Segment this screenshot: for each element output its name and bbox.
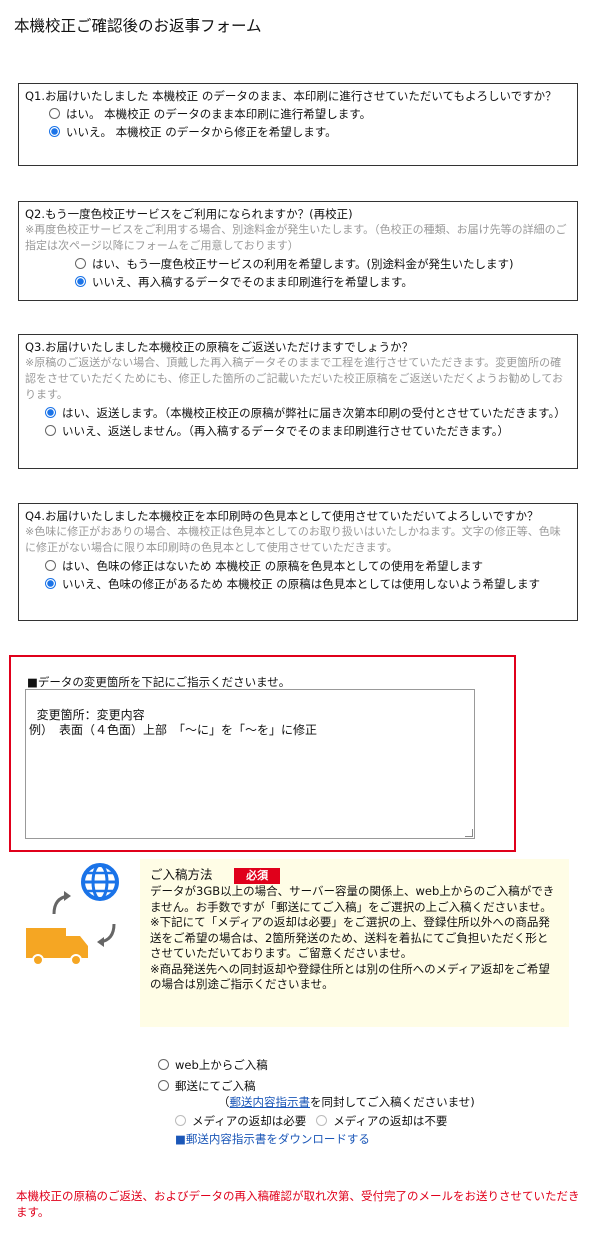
- question-note: ※原稿のご返送がない場合、頂戴した再入稿データそのままで工程を進行させていただき…: [25, 356, 564, 401]
- radio-button[interactable]: [175, 1115, 186, 1126]
- radio-button[interactable]: [49, 108, 60, 119]
- radio-button[interactable]: [45, 407, 56, 418]
- submission-heading: ご入稿方法: [150, 867, 213, 882]
- radio-button[interactable]: [45, 560, 56, 571]
- changes-textarea-value: 変更箇所：変更内容 例） 表面（４色面）上部 「～に」を「～を」に修正: [29, 708, 318, 737]
- radio-option-q3-yes[interactable]: はい、返送します。（本機校正校正の原稿が弊社に届き次第本印刷の受付とさせていただ…: [45, 405, 571, 421]
- truck-icon: [26, 928, 88, 966]
- question-box-q2: Q2.もう一度色校正サービスをご利用になられますか？(再校正) ※再度色校正サー…: [18, 201, 578, 301]
- page-title: 本機校正ご確認後のお返事フォーム: [14, 17, 262, 35]
- option-label: いいえ、再入稿するデータでそのまま印刷進行を希望します。: [92, 275, 413, 289]
- mail-note-suffix: を同封してご入稿くださいませ): [310, 1095, 475, 1109]
- footer-message: 本機校正の原稿のご返送、およびデータの再入稿確認が取れ次第、受付完了のメールをお…: [16, 1189, 580, 1219]
- radio-button[interactable]: [45, 578, 56, 589]
- submission-info-panel: ご入稿方法 必須 データが3GB以上の場合、サーバー容量の関係上、web上からの…: [140, 859, 569, 1027]
- radio-button[interactable]: [158, 1080, 169, 1091]
- required-badge: 必須: [234, 868, 281, 884]
- question-text: Q3.お届けいたしました本機校正の原稿をご返送いただけますでしょうか？: [25, 340, 414, 354]
- resize-handle[interactable]: [465, 829, 473, 837]
- option-label: web上からご入稿: [175, 1058, 268, 1072]
- question-box-q3: Q3.お届けいたしました本機校正の原稿をご返送いただけますでしょうか？ ※原稿の…: [18, 334, 578, 469]
- radio-option-web[interactable]: web上からご入稿: [158, 1057, 268, 1073]
- question-text: Q2.もう一度色校正サービスをご利用になられますか？(再校正): [25, 207, 353, 221]
- option-label: メディアの返却は不要: [333, 1114, 448, 1128]
- radio-option-media-return-needed[interactable]: メディアの返却は必要: [175, 1113, 306, 1129]
- mail-note: （郵送内容指示書を同封してご入稿くださいませ): [218, 1094, 475, 1110]
- question-box-q4: Q4.お届けいたしました本機校正を本印刷時の色見本として使用させていただいてよろ…: [18, 503, 578, 621]
- submission-body-2: ※下記にて「メディアの返却は必要」をご選択の上、登録住所以外への商品発送をご希望…: [150, 915, 550, 960]
- mail-instructions-link[interactable]: 郵送内容指示書: [230, 1095, 311, 1109]
- submission-illustration: [26, 863, 119, 966]
- option-label: はい。 本機校正 のデータのまま本印刷に進行希望します。: [66, 107, 372, 121]
- radio-button[interactable]: [158, 1059, 169, 1070]
- option-label: 郵送にてご入稿: [175, 1079, 256, 1093]
- submission-body-1: データが3GB以上の場合、サーバー容量の関係上、web上からのご入稿ができません…: [150, 884, 555, 914]
- radio-option-q2-no[interactable]: いいえ、再入稿するデータでそのまま印刷進行を希望します。: [75, 274, 571, 290]
- media-return-options: メディアの返却は必要 メディアの返却は不要: [175, 1113, 447, 1129]
- question-text: Q1.お届けいたしました 本機校正 のデータのまま、本印刷に進行させていただいて…: [25, 89, 557, 103]
- option-label: はい、色味の修正はないため 本機校正 の原稿を色見本としての使用を希望します: [62, 559, 483, 573]
- changes-label: ■データの変更箇所を下記にご指示くださいませ。: [27, 675, 291, 689]
- option-label: いいえ、返送しません。（再入稿するデータでそのまま印刷進行させていただきます。）: [62, 424, 510, 438]
- radio-option-q4-yes[interactable]: はい、色味の修正はないため 本機校正 の原稿を色見本としての使用を希望します: [45, 558, 571, 574]
- radio-option-q2-yes[interactable]: はい、もう一度色校正サービスの利用を希望します。(別途料金が発生いたします): [75, 256, 571, 272]
- radio-option-mail[interactable]: 郵送にてご入稿: [158, 1078, 256, 1094]
- radio-button[interactable]: [45, 425, 56, 436]
- radio-option-q1-no[interactable]: いいえ。 本機校正 のデータから修正を希望します。: [49, 124, 571, 140]
- option-label: いいえ、色味の修正があるため 本機校正 の原稿は色見本としては使用しないよう希望…: [62, 577, 541, 591]
- question-note: ※再度色校正サービスをご利用する場合、別途料金が発生いたします。（色校正の種類、…: [25, 223, 567, 252]
- mail-note-prefix: （: [218, 1095, 230, 1109]
- globe-icon: [81, 863, 119, 901]
- radio-button[interactable]: [49, 126, 60, 137]
- radio-button[interactable]: [75, 276, 86, 287]
- radio-button[interactable]: [316, 1115, 328, 1126]
- option-label: はい、返送します。（本機校正校正の原稿が弊社に届き次第本印刷の受付とさせていただ…: [62, 406, 566, 420]
- option-label: メディアの返却は必要: [192, 1114, 307, 1128]
- option-label: はい、もう一度色校正サービスの利用を希望します。(別途料金が発生いたします): [92, 257, 514, 271]
- radio-option-q1-yes[interactable]: はい。 本機校正 のデータのまま本印刷に進行希望します。: [49, 106, 571, 122]
- radio-button[interactable]: [75, 258, 86, 269]
- submission-body-3: ※商品発送先への同封返却や登録住所とは別の住所へのメディア返却をご希望の場合は別…: [150, 961, 550, 992]
- download-instructions-link[interactable]: ■郵送内容指示書をダウンロードする: [175, 1131, 370, 1147]
- radio-option-q3-no[interactable]: いいえ、返送しません。（再入稿するデータでそのまま印刷進行させていただきます。）: [45, 423, 571, 439]
- question-box-q1: Q1.お届けいたしました 本機校正 のデータのまま、本印刷に進行させていただいて…: [18, 83, 578, 166]
- radio-option-media-return-not-needed[interactable]: メディアの返却は不要: [316, 1113, 447, 1129]
- option-label: いいえ。 本機校正 のデータから修正を希望します。: [66, 125, 337, 139]
- changes-textarea[interactable]: 変更箇所：変更内容 例） 表面（４色面）上部 「～に」を「～を」に修正: [25, 689, 475, 839]
- radio-option-q4-no[interactable]: いいえ、色味の修正があるため 本機校正 の原稿は色見本としては使用しないよう希望…: [45, 576, 571, 592]
- question-note: ※色味に修正がおありの場合、本機校正は色見本としてのお取り扱いはいたしかねます。…: [25, 525, 561, 554]
- question-text: Q4.お届けいたしました本機校正を本印刷時の色見本として使用させていただいてよろ…: [25, 509, 539, 523]
